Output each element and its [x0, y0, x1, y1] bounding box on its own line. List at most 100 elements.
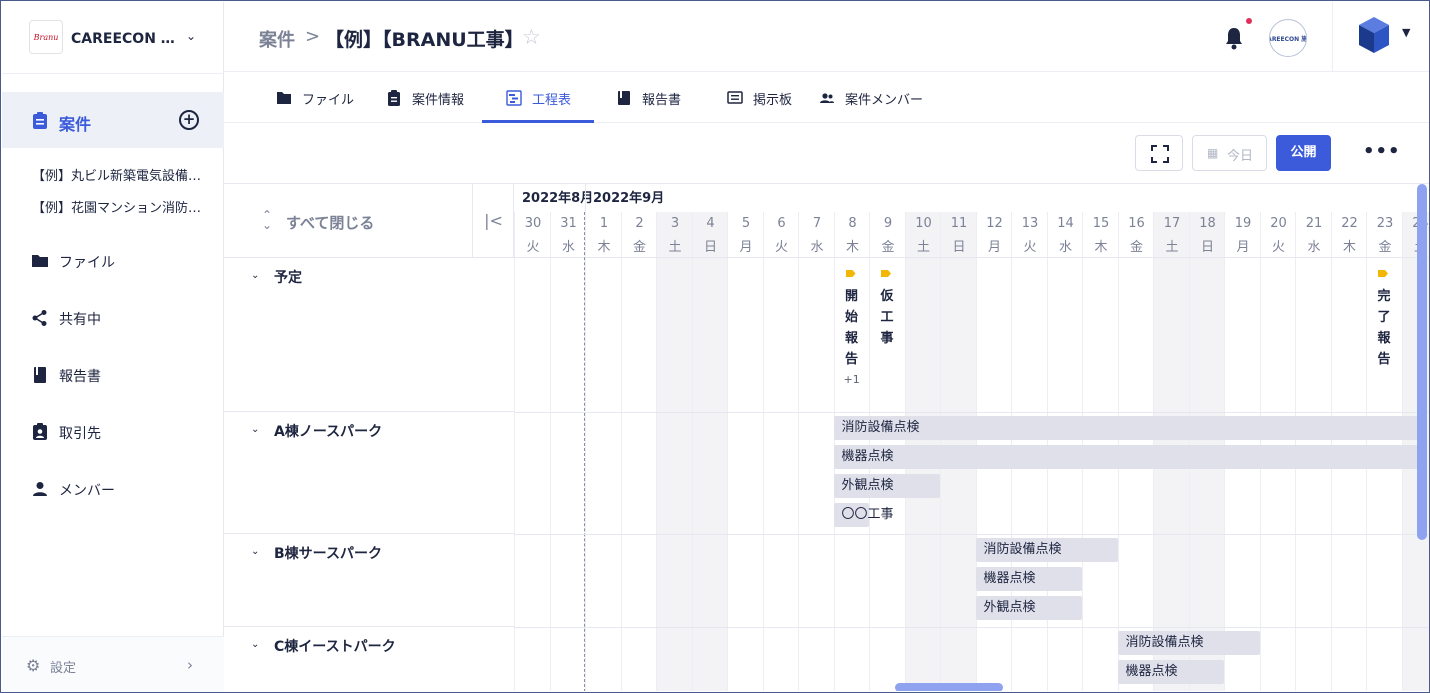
milestone[interactable]: 完了報告	[1374, 286, 1394, 370]
publish-button[interactable]: 公開	[1276, 135, 1331, 171]
chevron-down-icon[interactable]: ⌄	[251, 424, 259, 435]
today-label: 今日	[1227, 149, 1254, 164]
day-number: 12	[986, 216, 1003, 231]
day-weekday: 金	[1129, 240, 1143, 255]
active-tab-indicator	[482, 120, 594, 123]
day-weekday: 水	[561, 240, 575, 255]
add-project-button[interactable]: +	[179, 110, 199, 130]
project-link[interactable]: 【例】丸ビル新築電気設備工事	[32, 165, 202, 184]
page-title: 【例】【BRANU工事】	[325, 29, 524, 51]
day-column: 6火	[762, 212, 799, 691]
day-column: 4日	[691, 212, 728, 691]
more-milestones-badge[interactable]: +1	[844, 373, 860, 386]
day-weekday: 金	[632, 240, 646, 255]
day-number: 2	[635, 216, 644, 231]
more-options-button[interactable]: •••	[1363, 141, 1401, 162]
sidebar-item-label: メンバー	[59, 483, 115, 499]
task-bar[interactable]: 消防設備点検	[1117, 631, 1260, 655]
sidebar-item-clients[interactable]: 取引先	[2, 417, 224, 447]
chevron-down-icon[interactable]: ⌄	[251, 639, 259, 650]
brand-name: CAREECON 施工管理	[71, 31, 181, 47]
vertical-scrollbar[interactable]	[1417, 184, 1427, 540]
task-bar[interactable]: 機器点検	[833, 445, 1420, 469]
clipboard-icon	[388, 90, 400, 106]
day-number: 30	[524, 216, 542, 231]
group-row[interactable]: ⌄ 予定	[224, 258, 514, 412]
day-number: 10	[915, 216, 932, 231]
tab-label: 工程表	[532, 93, 572, 108]
tab-bar: ファイル 案件情報 工程表 報告書 掲示板 案件メンバー	[224, 73, 1429, 123]
horizontal-scrollbar[interactable]	[895, 683, 1003, 691]
sidebar-item-files[interactable]: ファイル	[2, 246, 224, 276]
chevron-down-icon[interactable]: ⌄	[251, 546, 259, 557]
sidebar-item-label: 案件	[59, 115, 92, 134]
tab-label: ファイル	[302, 93, 355, 108]
sidebar-item-projects[interactable]: 案件 +	[2, 92, 224, 148]
task-bar[interactable]: 機器点検	[975, 567, 1082, 591]
task-bar[interactable]: 消防設備点検	[833, 416, 1420, 440]
group-row[interactable]: ⌄ B棟サースパーク	[224, 534, 514, 627]
milestone[interactable]: 仮工事	[877, 286, 897, 349]
day-weekday: 水	[1058, 240, 1072, 255]
day-number: 20	[1270, 216, 1287, 231]
day-weekday: 水	[810, 240, 824, 255]
collapse-panel-icon[interactable]: |<	[472, 184, 514, 258]
day-number: 6	[777, 216, 786, 231]
settings-link[interactable]: ⚙ 設定 ›	[2, 636, 224, 692]
milestone[interactable]: 開始報告	[842, 286, 862, 370]
chevron-down-icon[interactable]: ⌄	[186, 29, 196, 43]
breadcrumb-parent[interactable]: 案件	[259, 26, 295, 52]
day-column: 2金	[620, 212, 657, 691]
day-number: 17	[1163, 216, 1181, 231]
bell-icon[interactable]	[1224, 26, 1244, 50]
task-bar[interactable]: 〇〇工事	[833, 503, 894, 527]
day-weekday: 日	[1200, 240, 1214, 255]
chevron-down-icon[interactable]: ⌄	[251, 270, 259, 281]
tab-label: 案件メンバー	[845, 93, 924, 108]
sidebar-item-shared[interactable]: 共有中	[2, 303, 224, 333]
day-weekday: 月	[1236, 240, 1250, 255]
task-bar[interactable]: 機器点検	[1117, 660, 1224, 684]
sidebar-item-members[interactable]: メンバー	[2, 474, 224, 504]
day-number: 4	[706, 216, 715, 231]
group-label: A棟ノースパーク	[274, 424, 383, 440]
project-link[interactable]: 【例】花園マンション消防設備点検	[32, 197, 202, 216]
notification-badge	[1246, 18, 1252, 24]
day-column: 3土	[656, 212, 692, 691]
group-label: 予定	[274, 270, 302, 286]
sidebar-item-label: ファイル	[59, 255, 115, 271]
today-button[interactable]: ▦ 今日	[1192, 135, 1267, 171]
task-bar[interactable]: 消防設備点検	[975, 538, 1118, 562]
task-bar[interactable]: 外観点検	[833, 474, 940, 498]
star-icon[interactable]: ☆	[522, 25, 541, 49]
collapse-all-button[interactable]: すべて閉じる	[286, 212, 374, 233]
month-label: 2022年9月	[593, 191, 665, 206]
sidebar-item-label: 取引先	[59, 426, 101, 442]
chevron-down-icon[interactable]: ▼	[1402, 26, 1410, 39]
avatar[interactable]: CAREECON 施工	[1269, 19, 1307, 57]
day-weekday: 木	[1094, 240, 1108, 255]
day-weekday: 木	[1342, 240, 1356, 255]
day-weekday: 土	[668, 240, 682, 255]
brand-switcher[interactable]: Branu CAREECON 施工管理 ⌄	[2, 2, 224, 74]
gantt-icon	[506, 90, 522, 106]
group-row[interactable]: ⌄ A棟ノースパーク	[224, 412, 514, 534]
day-weekday: 火	[526, 240, 540, 255]
task-bar[interactable]: 外観点検	[975, 596, 1082, 620]
group-row[interactable]: ⌄ C棟イーストパーク	[224, 627, 514, 691]
cube-logo-icon[interactable]	[1357, 15, 1391, 55]
fullscreen-button[interactable]	[1135, 135, 1183, 171]
calendar-icon: ▦	[1207, 146, 1219, 160]
day-number: 11	[950, 216, 968, 231]
day-column: 30 火	[514, 212, 550, 691]
day-number: 1	[599, 216, 609, 231]
tab-label: 掲示板	[753, 93, 793, 108]
settings-label: 設定	[50, 661, 77, 676]
day-number: 9	[883, 216, 893, 231]
brand-logo: Branu	[29, 20, 63, 54]
folder-icon	[277, 92, 291, 104]
sidebar-item-label: 共有中	[59, 312, 101, 328]
gantt-timeline[interactable]: 30 火 31 水 1 木 2 金 3 土 4 日 5 月 6 火 7 水 8 木 9 金 10 土 11 日 12 月 13 火 14 水 1…	[514, 184, 1429, 691]
clipboard-icon	[33, 112, 47, 129]
sidebar-item-reports[interactable]: 報告書	[2, 360, 224, 390]
